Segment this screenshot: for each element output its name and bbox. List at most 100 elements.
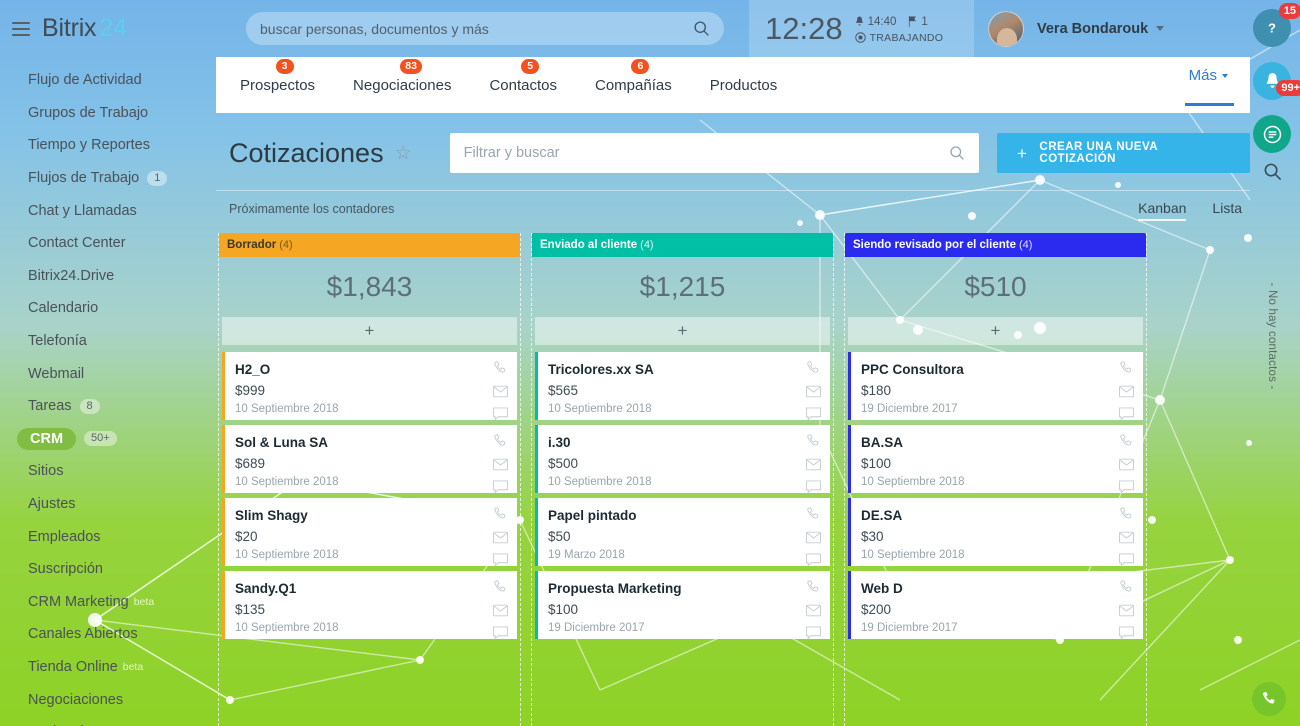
avatar[interactable] — [988, 10, 1024, 47]
sidebar-item-empleados[interactable]: Empleados — [0, 520, 216, 553]
kanban-column-header[interactable]: Borrador (4) — [219, 233, 520, 257]
tab-more[interactable]: Más — [1184, 67, 1235, 106]
phone-icon[interactable] — [493, 434, 508, 449]
comment-icon[interactable] — [493, 407, 508, 421]
comment-icon[interactable] — [1119, 480, 1134, 494]
view-lista[interactable]: Lista — [1212, 200, 1242, 221]
work-clock-block[interactable]: 12:28 14:40 1 TRABAJANDO — [749, 0, 974, 57]
sidebar-item-webmail[interactable]: Webmail — [0, 357, 216, 390]
sidebar-item-contact-center[interactable]: Contact Center — [0, 227, 216, 260]
kanban-add-card-button[interactable]: + — [848, 317, 1143, 345]
email-icon[interactable] — [1119, 458, 1134, 471]
user-menu[interactable]: Vera Bondarouk — [974, 0, 1165, 57]
tab-productos[interactable]: Productos — [708, 71, 780, 100]
sidebar-item-tareas[interactable]: Tareas 8 — [0, 390, 216, 423]
email-icon[interactable] — [1119, 604, 1134, 617]
email-icon[interactable] — [493, 531, 508, 544]
kanban-card[interactable]: Slim Shagy $20 10 Septiembre 2018 — [222, 498, 517, 567]
kanban-card[interactable]: i.30 $500 10 Septiembre 2018 — [535, 425, 830, 494]
star-icon[interactable]: ☆ — [395, 142, 412, 165]
comment-icon[interactable] — [493, 553, 508, 567]
kanban-add-card-button[interactable]: + — [535, 317, 830, 345]
kanban-card[interactable]: Papel pintado $50 19 Marzo 2018 — [535, 498, 830, 567]
comment-icon[interactable] — [1119, 553, 1134, 567]
tab-compa-as[interactable]: Compañías 6 — [593, 58, 674, 100]
email-icon[interactable] — [1119, 385, 1134, 398]
filter-search-box[interactable] — [449, 133, 979, 173]
comment-icon[interactable] — [806, 480, 821, 494]
global-search-input[interactable] — [260, 20, 693, 37]
kanban-add-card-button[interactable]: + — [222, 317, 517, 345]
phone-icon[interactable] — [1119, 361, 1134, 376]
email-icon[interactable] — [806, 458, 821, 471]
phone-icon[interactable] — [493, 580, 508, 595]
phone-icon[interactable] — [493, 361, 508, 376]
sidebar-item-bitrix24-drive[interactable]: Bitrix24.Drive — [0, 260, 216, 293]
view-kanban[interactable]: Kanban — [1138, 200, 1187, 221]
kanban-card[interactable]: Web D $200 19 Diciembre 2017 — [848, 571, 1143, 640]
sidebar-item-tienda-online[interactable]: Tienda Online beta — [0, 651, 216, 684]
phone-icon[interactable] — [493, 507, 508, 522]
phone-icon[interactable] — [806, 361, 821, 376]
sidebar-item-flujos-de-trabajo[interactable]: Flujos de Trabajo 1 — [0, 162, 216, 195]
comment-icon[interactable] — [493, 626, 508, 640]
kanban-card[interactable]: Sol & Luna SA $689 10 Septiembre 2018 — [222, 425, 517, 494]
kanban-column-header[interactable]: Enviado al cliente (4) — [532, 233, 833, 257]
kanban-card[interactable]: BA.SA $100 10 Septiembre 2018 — [848, 425, 1143, 494]
kanban-card[interactable]: DE.SA $30 10 Septiembre 2018 — [848, 498, 1143, 567]
tab-contactos[interactable]: Contactos 5 — [487, 58, 559, 100]
global-search[interactable] — [246, 12, 724, 45]
kanban-card[interactable]: Propuesta Marketing $100 19 Diciembre 2017 — [535, 571, 830, 640]
kanban-card[interactable]: Sandy.Q1 $135 10 Septiembre 2018 — [222, 571, 517, 640]
kanban-card[interactable]: Tricolores.xx SA $565 10 Septiembre 2018 — [535, 352, 830, 421]
sidebar-item-canales-abiertos[interactable]: Canales Abiertos — [0, 618, 216, 651]
comment-icon[interactable] — [1119, 407, 1134, 421]
email-icon[interactable] — [806, 531, 821, 544]
sidebar-item-calendario[interactable]: Calendario — [0, 292, 216, 325]
comment-icon[interactable] — [493, 480, 508, 494]
email-icon[interactable] — [1119, 531, 1134, 544]
comment-icon[interactable] — [806, 553, 821, 567]
sidebar-item-chat-y-llamadas[interactable]: Chat y Llamadas — [0, 194, 216, 227]
comment-icon[interactable] — [806, 626, 821, 640]
sidebar-item-crm-marketing[interactable]: CRM Marketing beta — [0, 586, 216, 619]
create-quote-button[interactable]: + CREAR UNA NUEVA COTIZACIÓN — [996, 133, 1250, 173]
phone-icon[interactable] — [806, 507, 821, 522]
kanban-column-header[interactable]: Siendo revisado por el cliente (4) — [845, 233, 1146, 257]
phone-icon[interactable] — [1119, 507, 1134, 522]
email-icon[interactable] — [806, 604, 821, 617]
sidebar-item-ajustes[interactable]: Ajustes — [0, 488, 216, 521]
call-button[interactable] — [1252, 682, 1286, 716]
tab-negociaciones[interactable]: Negociaciones 83 — [351, 58, 453, 100]
help-button[interactable]: ? 15 — [1253, 3, 1300, 47]
email-icon[interactable] — [493, 385, 508, 398]
phone-icon[interactable] — [806, 580, 821, 595]
phone-icon[interactable] — [806, 434, 821, 449]
comment-icon[interactable] — [1119, 626, 1134, 640]
email-icon[interactable] — [493, 604, 508, 617]
sidebar-item-tiempo-y-reportes[interactable]: Tiempo y Reportes — [0, 129, 216, 162]
tab-prospectos[interactable]: Prospectos 3 — [238, 58, 317, 100]
sidebar-item-negociaciones[interactable]: Negociaciones — [0, 683, 216, 716]
filter-search-input[interactable] — [463, 145, 949, 161]
sidebar-item-telefon-a[interactable]: Telefonía — [0, 325, 216, 358]
chevron-down-icon[interactable] — [1156, 26, 1165, 31]
notifications-button[interactable]: 99+ — [1253, 62, 1300, 100]
comment-icon[interactable] — [806, 407, 821, 421]
kanban-card[interactable]: PPC Consultora $180 19 Diciembre 2017 — [848, 352, 1143, 421]
menu-burger-icon[interactable] — [12, 21, 30, 36]
phone-icon[interactable] — [1119, 434, 1134, 449]
brand-logo-row[interactable]: Bitrix 24 — [0, 0, 216, 57]
sidebar-item-suscripci-n[interactable]: Suscripción — [0, 553, 216, 586]
email-icon[interactable] — [493, 458, 508, 471]
sidebar-item-sitios[interactable]: Sitios — [0, 455, 216, 488]
kanban-card[interactable]: H2_O $999 10 Septiembre 2018 — [222, 352, 517, 421]
rail-search-button[interactable] — [1253, 152, 1291, 190]
sidebar-item-flujo-de-actividad[interactable]: Flujo de Actividad — [0, 64, 216, 97]
sidebar-item-grupos-de-trabajo[interactable]: Grupos de Trabajo — [0, 97, 216, 130]
sidebar-item-crm[interactable]: CRM 50+ — [0, 423, 216, 456]
sidebar-item-marketplace[interactable]: Marketplace — [0, 716, 216, 726]
email-icon[interactable] — [806, 385, 821, 398]
search-icon[interactable] — [949, 145, 965, 161]
phone-icon[interactable] — [1119, 580, 1134, 595]
